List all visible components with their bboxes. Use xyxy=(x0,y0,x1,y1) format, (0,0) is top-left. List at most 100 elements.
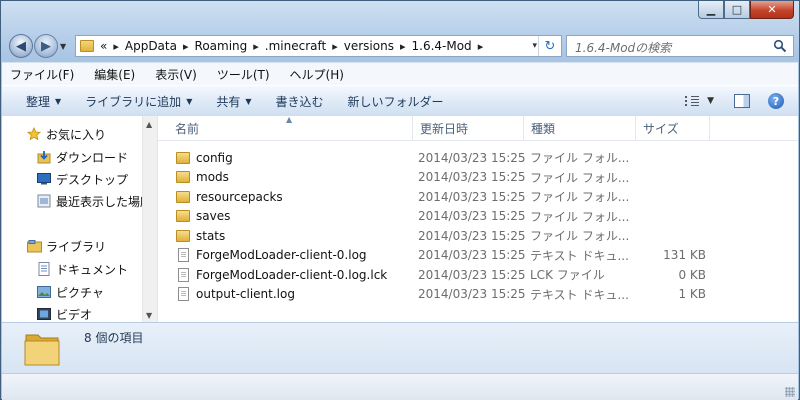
breadcrumb-appdata[interactable]: AppData xyxy=(125,39,177,53)
file-type: テキスト ドキュ... xyxy=(530,248,629,263)
address-history-dropdown[interactable]: ▾ xyxy=(532,41,537,51)
breadcrumb-minecraft[interactable]: .minecraft xyxy=(265,39,326,53)
file-name-cell: stats xyxy=(176,226,411,245)
nav-recent-places[interactable]: 最近表示した場所 xyxy=(36,190,152,212)
file-size xyxy=(638,148,706,167)
breadcrumb-separator[interactable]: ▸ xyxy=(177,40,195,53)
nav-desktop-label: デスクトップ xyxy=(56,172,129,187)
menu-tools[interactable]: ツール(T) xyxy=(203,66,276,83)
nav-documents[interactable]: ドキュメント xyxy=(36,258,128,280)
help-icon[interactable]: ? xyxy=(768,93,784,109)
burn-button[interactable]: 書き込む xyxy=(264,93,336,110)
navigation-pane: お気に入り ダウンロード デスクトップ 最近表示した場所 ライブラリ ドキュメン… xyxy=(2,116,157,322)
file-list: ▲ 名前 更新日時 種類 サイズ config 2014/03/23 15:25 フ… xyxy=(158,115,798,322)
file-size xyxy=(638,226,706,245)
share-label: 共有 xyxy=(216,94,241,109)
change-view-button[interactable]: ▼ xyxy=(685,96,714,106)
file-size xyxy=(638,207,706,226)
menu-file[interactable]: ファイル(F) xyxy=(2,66,80,83)
scroll-down-icon[interactable]: ▼ xyxy=(146,311,152,320)
resize-grip-icon[interactable] xyxy=(785,387,795,397)
folder-icon xyxy=(80,40,94,52)
file-type: ファイル フォル... xyxy=(530,151,630,165)
file-name: resourcepacks xyxy=(196,189,283,204)
table-row[interactable]: ForgeModLoader-client-0.log.lck 2014/03/2… xyxy=(158,265,798,284)
organize-label: 整理 xyxy=(26,94,51,109)
nav-downloads[interactable]: ダウンロード xyxy=(36,146,128,168)
organize-button[interactable]: 整理 ▼ xyxy=(2,93,73,110)
videos-icon xyxy=(36,307,52,321)
file-date: 2014/03/23 15:25 xyxy=(418,189,526,204)
recent-places-icon xyxy=(36,194,52,208)
table-row[interactable]: resourcepacks 2014/03/23 15:25 ファイル フォル... xyxy=(158,187,798,206)
add-to-library-button[interactable]: ライブラリに追加 ▼ xyxy=(73,93,204,110)
file-icon xyxy=(178,287,189,301)
file-name: config xyxy=(196,150,233,165)
refresh-button[interactable]: ↻ xyxy=(538,36,561,56)
table-row[interactable]: saves 2014/03/23 15:25 ファイル フォル... xyxy=(158,207,798,226)
folder-icon xyxy=(176,210,190,222)
search-box[interactable]: 1.6.4-Modの検索 xyxy=(566,35,794,57)
content-area: お気に入り ダウンロード デスクトップ 最近表示した場所 ライブラリ ドキュメン… xyxy=(2,115,798,322)
recent-pages-dropdown[interactable]: ▼ xyxy=(60,42,66,51)
column-size[interactable]: サイズ xyxy=(636,116,710,140)
file-type: LCK ファイル xyxy=(530,268,605,282)
address-bar[interactable]: « ▸ AppData ▸ Roaming ▸ .minecraft ▸ ver… xyxy=(75,35,562,57)
column-date-label: 更新日時 xyxy=(420,121,469,136)
navigation-scrollbar[interactable]: ▲ ▼ xyxy=(142,116,157,322)
breadcrumb-separator[interactable]: ▸ xyxy=(472,40,490,53)
back-button[interactable]: ◀ xyxy=(9,34,33,58)
table-row[interactable]: ForgeModLoader-client-0.log 2014/03/23 15… xyxy=(158,246,798,265)
file-icon xyxy=(178,248,189,262)
breadcrumb-separator[interactable]: ▸ xyxy=(326,40,344,53)
breadcrumb-roaming[interactable]: Roaming xyxy=(195,39,248,53)
search-icon[interactable] xyxy=(773,39,787,53)
new-folder-button[interactable]: 新しいフォルダー xyxy=(336,93,456,110)
column-date[interactable]: 更新日時 xyxy=(413,116,524,140)
nav-favorites[interactable]: お気に入り xyxy=(26,123,106,145)
forward-arrow-icon: ▶ xyxy=(41,38,51,54)
table-row[interactable]: mods 2014/03/23 15:25 ファイル フォル... xyxy=(158,168,798,187)
title-bar[interactable]: ▁ □ ✕ xyxy=(1,1,799,29)
share-button[interactable]: 共有 ▼ xyxy=(204,93,263,110)
document-icon xyxy=(36,262,52,276)
forward-button[interactable]: ▶ xyxy=(34,34,58,58)
menu-edit[interactable]: 編集(E) xyxy=(80,66,141,83)
nav-desktop[interactable]: デスクトップ xyxy=(36,168,128,190)
refresh-icon: ↻ xyxy=(544,38,556,54)
downloads-icon xyxy=(36,150,52,164)
table-row[interactable]: output-client.log 2014/03/23 15:25 テキスト ドキ… xyxy=(158,285,798,304)
breadcrumb-separator[interactable]: ▸ xyxy=(247,40,265,53)
table-row[interactable]: config 2014/03/23 15:25 ファイル フォル... xyxy=(158,148,798,167)
column-type[interactable]: 種類 xyxy=(524,116,636,140)
nav-videos[interactable]: ビデオ xyxy=(36,303,92,322)
breadcrumb-current[interactable]: 1.6.4-Mod xyxy=(412,39,472,53)
breadcrumb-versions[interactable]: versions xyxy=(344,39,394,53)
maximize-button[interactable]: □ xyxy=(724,1,750,19)
file-name-cell: ForgeModLoader-client-0.log.lck xyxy=(176,265,411,284)
close-button[interactable]: ✕ xyxy=(750,1,794,19)
preview-pane-icon[interactable] xyxy=(734,94,750,108)
breadcrumb-separator[interactable]: ▸ xyxy=(107,40,125,53)
back-arrow-icon: ◀ xyxy=(16,38,26,54)
menu-help[interactable]: ヘルプ(H) xyxy=(276,66,350,83)
nav-videos-label: ビデオ xyxy=(56,307,93,322)
details-pane: 8 個の項目 xyxy=(2,322,798,373)
column-name[interactable]: 名前 xyxy=(168,116,413,140)
folder-icon xyxy=(24,334,60,366)
nav-libraries[interactable]: ライブラリ xyxy=(26,235,106,257)
pictures-icon xyxy=(36,285,52,299)
nav-pictures[interactable]: ピクチャ xyxy=(36,281,104,303)
minimize-button[interactable]: ▁ xyxy=(698,1,724,19)
breadcrumb-overflow[interactable]: « xyxy=(100,39,107,53)
file-name-cell: config xyxy=(176,148,411,167)
file-size: 131 KB xyxy=(663,248,706,262)
chevron-down-icon: ▼ xyxy=(707,96,714,106)
breadcrumb-separator[interactable]: ▸ xyxy=(394,40,412,53)
table-row[interactable]: stats 2014/03/23 15:25 ファイル フォル... xyxy=(158,226,798,245)
scroll-up-icon[interactable]: ▲ xyxy=(146,120,152,129)
star-icon xyxy=(26,127,42,141)
file-size xyxy=(638,168,706,187)
nav-libraries-label: ライブラリ xyxy=(46,239,107,254)
menu-view[interactable]: 表示(V) xyxy=(141,66,203,83)
